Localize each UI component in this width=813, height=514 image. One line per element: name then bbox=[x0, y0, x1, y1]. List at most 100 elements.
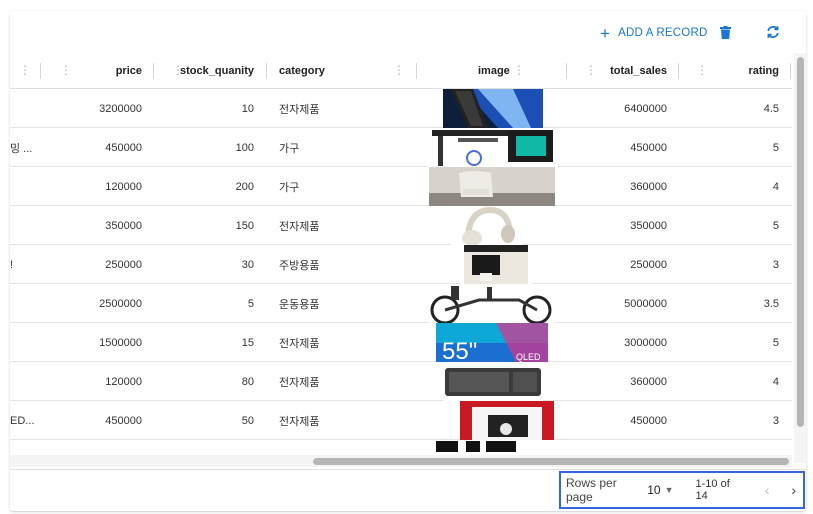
horizontal-scroll-thumb[interactable] bbox=[313, 458, 789, 465]
vertical-scroll-thumb[interactable] bbox=[797, 57, 804, 427]
column-separator[interactable] bbox=[153, 63, 154, 79]
cell-price: 250000 bbox=[105, 258, 142, 271]
header-category[interactable]: category bbox=[279, 53, 379, 89]
vertical-scrollbar[interactable] bbox=[794, 53, 806, 463]
cell-name: ED... bbox=[10, 414, 35, 427]
cell-rating: 4 bbox=[772, 180, 779, 193]
product-image-cargo-bike bbox=[429, 284, 555, 323]
cell-stock: 50 bbox=[241, 414, 254, 427]
cell-rating: 3 bbox=[772, 258, 779, 271]
previous-page-button[interactable]: ‹ bbox=[758, 480, 777, 500]
column-menu-icon[interactable]: ⋮ bbox=[513, 64, 525, 76]
product-image-laptop bbox=[443, 89, 543, 128]
column-menu-icon[interactable]: ⋮ bbox=[393, 64, 405, 76]
cell-total-sales: 250000 bbox=[630, 258, 667, 271]
caret-down-icon: ▼ bbox=[664, 485, 674, 495]
column-menu-icon[interactable]: ⋮ bbox=[60, 64, 72, 76]
column-separator[interactable] bbox=[266, 63, 267, 79]
column-separator[interactable] bbox=[566, 63, 567, 79]
table-row[interactable]: 350000 150 전자제품 350000 5 bbox=[10, 206, 792, 245]
header-stock[interactable]: stock_quanity bbox=[178, 53, 254, 89]
next-page-button[interactable]: › bbox=[784, 480, 803, 500]
cell-stock: 100 bbox=[235, 141, 254, 154]
table-row[interactable]: 2500000 5 운동용품 5000000 3.5 bbox=[10, 284, 792, 323]
cell-rating: 4.5 bbox=[763, 102, 779, 115]
cell-category: 가구 bbox=[279, 142, 300, 155]
cell-rating: 3 bbox=[772, 414, 779, 427]
cell-total-sales: 450000 bbox=[630, 414, 667, 427]
grid-footer: Rows per page 10 ▼ 1-10 of 14 ‹ › bbox=[10, 469, 806, 511]
cell-price: 120000 bbox=[105, 375, 142, 388]
add-record-button[interactable]: + ADD A RECORD bbox=[600, 22, 707, 44]
header-rating-label: rating bbox=[748, 65, 779, 77]
trash-icon bbox=[719, 25, 731, 39]
product-image-partial bbox=[436, 440, 541, 452]
cell-price: 1500000 bbox=[99, 336, 142, 349]
table-row[interactable]: ED... 450000 50 전자제품 450000 3 bbox=[10, 401, 792, 440]
table-row[interactable]: 120000 80 전자제품 360000 4 bbox=[10, 362, 792, 401]
cell-total-sales: 450000 bbox=[630, 141, 667, 154]
cell-rating: 4 bbox=[772, 375, 779, 388]
product-image-armchair bbox=[429, 167, 555, 206]
cell-price: 2500000 bbox=[99, 297, 142, 310]
cell-category: 전자제품 bbox=[279, 220, 320, 233]
cell-total-sales: 350000 bbox=[630, 219, 667, 232]
grid-header: ⋮ ⋮ price ⋮ stock_quanity category ⋮ ima… bbox=[10, 53, 792, 89]
cell-rating: 5 bbox=[772, 336, 779, 349]
column-menu-icon[interactable]: ⋮ bbox=[696, 64, 708, 76]
cell-category: 전자제품 bbox=[279, 415, 320, 428]
refresh-button[interactable] bbox=[764, 22, 782, 42]
column-separator[interactable] bbox=[678, 63, 679, 79]
cell-stock: 80 bbox=[241, 375, 254, 388]
cell-stock: 10 bbox=[241, 102, 254, 115]
pagination-range: 1-10 of 14 bbox=[695, 478, 730, 502]
cell-total-sales: 5000000 bbox=[624, 297, 667, 310]
tv-size-text: 55" bbox=[442, 338, 477, 362]
table-row[interactable]: 밍 ... 450000 100 가구 450000 5 bbox=[10, 128, 792, 167]
header-price[interactable]: price bbox=[70, 53, 142, 89]
header-image[interactable]: image bbox=[478, 53, 538, 89]
cell-category: 전자제품 bbox=[279, 337, 320, 350]
cell-rating: 5 bbox=[772, 219, 779, 232]
cell-price: 350000 bbox=[105, 219, 142, 232]
column-separator[interactable] bbox=[40, 63, 41, 79]
table-row[interactable]: 1500000 15 전자제품 55" QLED 3000000 5 bbox=[10, 323, 792, 362]
header-stock-label: stock_quanity bbox=[180, 65, 254, 77]
cell-name bbox=[10, 362, 40, 401]
table-row[interactable]: 120000 200 가구 360000 4 bbox=[10, 167, 792, 206]
rows-per-page-select[interactable]: 10 ▼ bbox=[647, 483, 673, 497]
delete-button[interactable] bbox=[716, 22, 734, 42]
column-menu-icon[interactable]: ⋮ bbox=[19, 64, 31, 76]
header-rating[interactable]: rating bbox=[710, 53, 779, 89]
header-total-sales-label: total_sales bbox=[610, 65, 667, 77]
column-separator[interactable] bbox=[790, 63, 791, 79]
cell-name bbox=[10, 206, 40, 245]
cell-stock: 150 bbox=[235, 219, 254, 232]
product-image-headphones bbox=[450, 206, 522, 245]
cell-rating: 5 bbox=[772, 141, 779, 154]
table-row[interactable]: 3200000 10 전자제품 6400000 4.5 bbox=[10, 89, 792, 128]
cell-category: 가구 bbox=[279, 181, 300, 194]
cell-stock: 200 bbox=[235, 180, 254, 193]
header-total-sales[interactable]: total_sales bbox=[590, 53, 667, 89]
cell-name bbox=[10, 89, 40, 128]
cell-price: 3200000 bbox=[99, 102, 142, 115]
pagination: Rows per page 10 ▼ 1-10 of 14 ‹ › bbox=[559, 471, 805, 509]
tv-brand-text: QLED bbox=[516, 352, 541, 362]
cell-rating: 3.5 bbox=[763, 297, 779, 310]
product-image-qled-tv: 55" QLED bbox=[436, 323, 548, 362]
cell-category: 주방용품 bbox=[279, 259, 320, 272]
product-image-keyboard bbox=[443, 362, 543, 401]
cell-name: 밍 ... bbox=[10, 142, 33, 155]
add-record-label: ADD A RECORD bbox=[618, 27, 708, 39]
cell-name bbox=[10, 284, 40, 323]
chevron-left-icon: ‹ bbox=[764, 482, 770, 498]
product-image-game-console bbox=[460, 401, 554, 440]
cell-stock: 30 bbox=[241, 258, 254, 271]
cell-category: 전자제품 bbox=[279, 103, 320, 116]
table-row[interactable]: ! 250000 30 주방용품 250000 3 bbox=[10, 245, 792, 284]
horizontal-scrollbar[interactable] bbox=[10, 455, 792, 467]
cell-total-sales: 360000 bbox=[630, 375, 667, 388]
cell-total-sales: 360000 bbox=[630, 180, 667, 193]
column-separator[interactable] bbox=[416, 63, 417, 79]
